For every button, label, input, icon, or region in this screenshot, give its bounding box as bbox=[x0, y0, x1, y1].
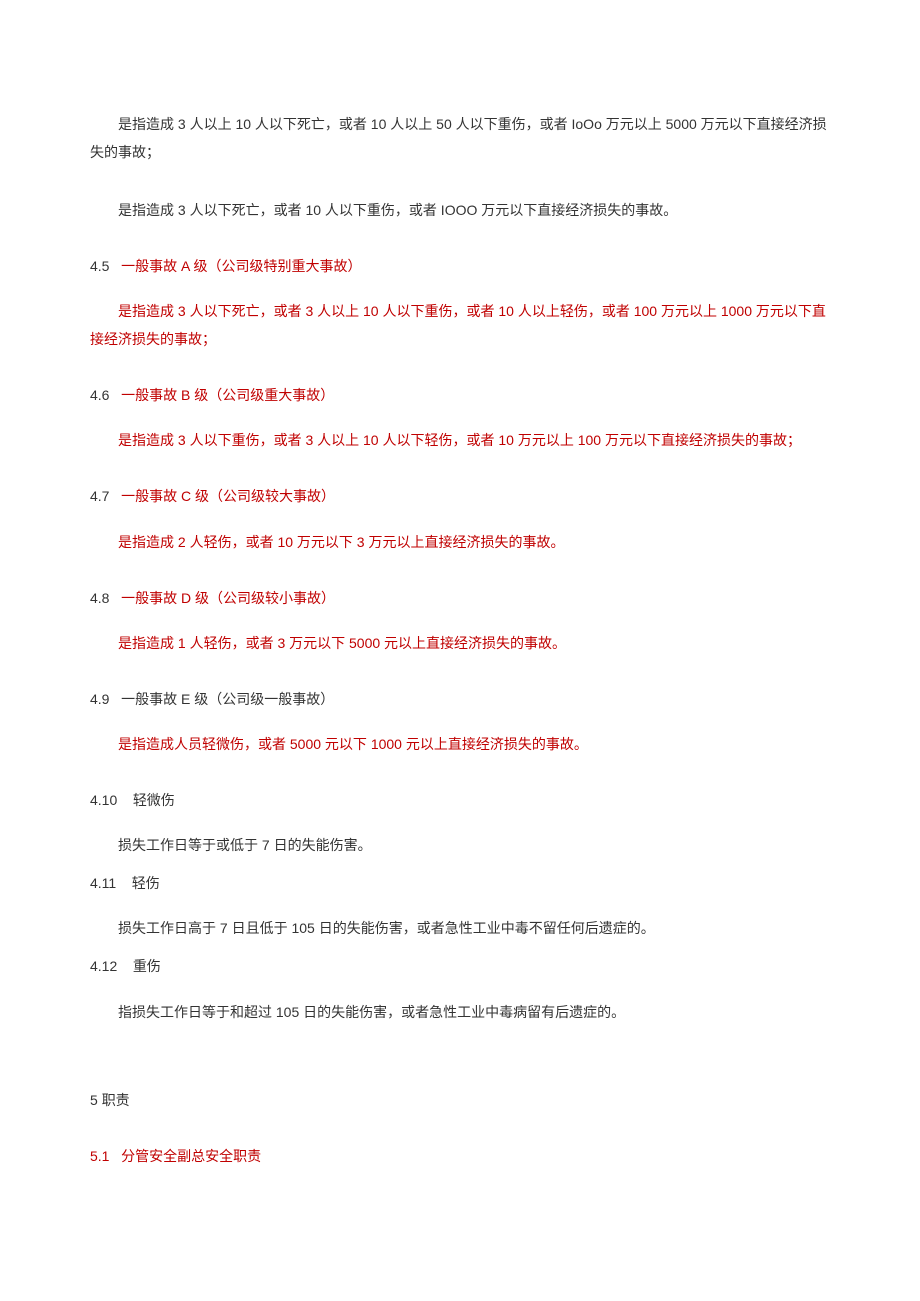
section-number: 4.8 bbox=[90, 590, 109, 606]
section-number: 5.1 bbox=[90, 1148, 109, 1164]
heading-5: 5 职责 bbox=[90, 1086, 830, 1114]
paragraph-intro-2: 是指造成 3 人以下死亡，或者 10 人以下重伤，或者 IOOO 万元以下直接经… bbox=[90, 196, 830, 224]
heading-4-7: 4.7 一般事故 C 级（公司级较大事故） bbox=[90, 484, 830, 509]
body-4-8: 是指造成 1 人轻伤，或者 3 万元以下 5000 元以上直接经济损失的事故。 bbox=[90, 629, 830, 657]
section-number: 4.11 bbox=[90, 875, 116, 891]
body-4-7: 是指造成 2 人轻伤，或者 10 万元以下 3 万元以上直接经济损失的事故。 bbox=[90, 528, 830, 556]
heading-4-8: 4.8 一般事故 D 级（公司级较小事故） bbox=[90, 586, 830, 611]
section-title: 一般事故 A 级（公司级特别重大事故） bbox=[121, 258, 361, 274]
document-page: { "p1": "是指造成 3 人以上 10 人以下死亡，或者 10 人以上 5… bbox=[0, 0, 920, 1267]
section-number: 4.6 bbox=[90, 387, 109, 403]
section-title: 重伤 bbox=[133, 958, 161, 974]
heading-4-9: 4.9 一般事故 E 级（公司级一般事故） bbox=[90, 687, 830, 712]
body-4-10: 损失工作日等于或低于 7 日的失能伤害。 bbox=[90, 831, 830, 859]
section-number: 4.12 bbox=[90, 958, 117, 974]
section-title: 一般事故 C 级（公司级较大事故） bbox=[121, 488, 335, 504]
section-number: 4.10 bbox=[90, 792, 117, 808]
heading-4-11: 4.11 轻伤 bbox=[90, 871, 830, 896]
heading-4-12: 4.12 重伤 bbox=[90, 954, 830, 979]
heading-4-6: 4.6 一般事故 B 级（公司级重大事故） bbox=[90, 383, 830, 408]
section-title: 轻伤 bbox=[132, 875, 160, 891]
heading-4-5: 4.5 一般事故 A 级（公司级特别重大事故） bbox=[90, 254, 830, 279]
section-number: 4.9 bbox=[90, 691, 109, 707]
paragraph-intro-1: 是指造成 3 人以上 10 人以下死亡，或者 10 人以上 50 人以下重伤，或… bbox=[90, 110, 830, 166]
section-number: 4.5 bbox=[90, 258, 109, 274]
section-title: 轻微伤 bbox=[133, 792, 175, 808]
body-4-9: 是指造成人员轻微伤，或者 5000 元以下 1000 元以上直接经济损失的事故。 bbox=[90, 730, 830, 758]
section-title: 一般事故 D 级（公司级较小事故） bbox=[121, 590, 335, 606]
body-4-12: 指损失工作日等于和超过 105 日的失能伤害，或者急性工业中毒病留有后遗症的。 bbox=[90, 998, 830, 1026]
body-4-11: 损失工作日高于 7 日且低于 105 日的失能伤害，或者急性工业中毒不留任何后遗… bbox=[90, 914, 830, 942]
heading-5-1: 5.1 分管安全副总安全职责 bbox=[90, 1144, 830, 1169]
body-4-5: 是指造成 3 人以下死亡，或者 3 人以上 10 人以下重伤，或者 10 人以上… bbox=[90, 297, 830, 353]
section-number: 5 bbox=[90, 1092, 98, 1108]
section-title: 分管安全副总安全职责 bbox=[121, 1148, 261, 1164]
heading-4-10: 4.10 轻微伤 bbox=[90, 788, 830, 813]
section-title: 一般事故 B 级（公司级重大事故） bbox=[121, 387, 334, 403]
section-title: 一般事故 E 级（公司级一般事故） bbox=[121, 691, 334, 707]
section-number: 4.7 bbox=[90, 488, 109, 504]
section-title: 职责 bbox=[102, 1092, 130, 1108]
body-4-6: 是指造成 3 人以下重伤，或者 3 人以上 10 人以下轻伤，或者 10 万元以… bbox=[90, 426, 830, 454]
